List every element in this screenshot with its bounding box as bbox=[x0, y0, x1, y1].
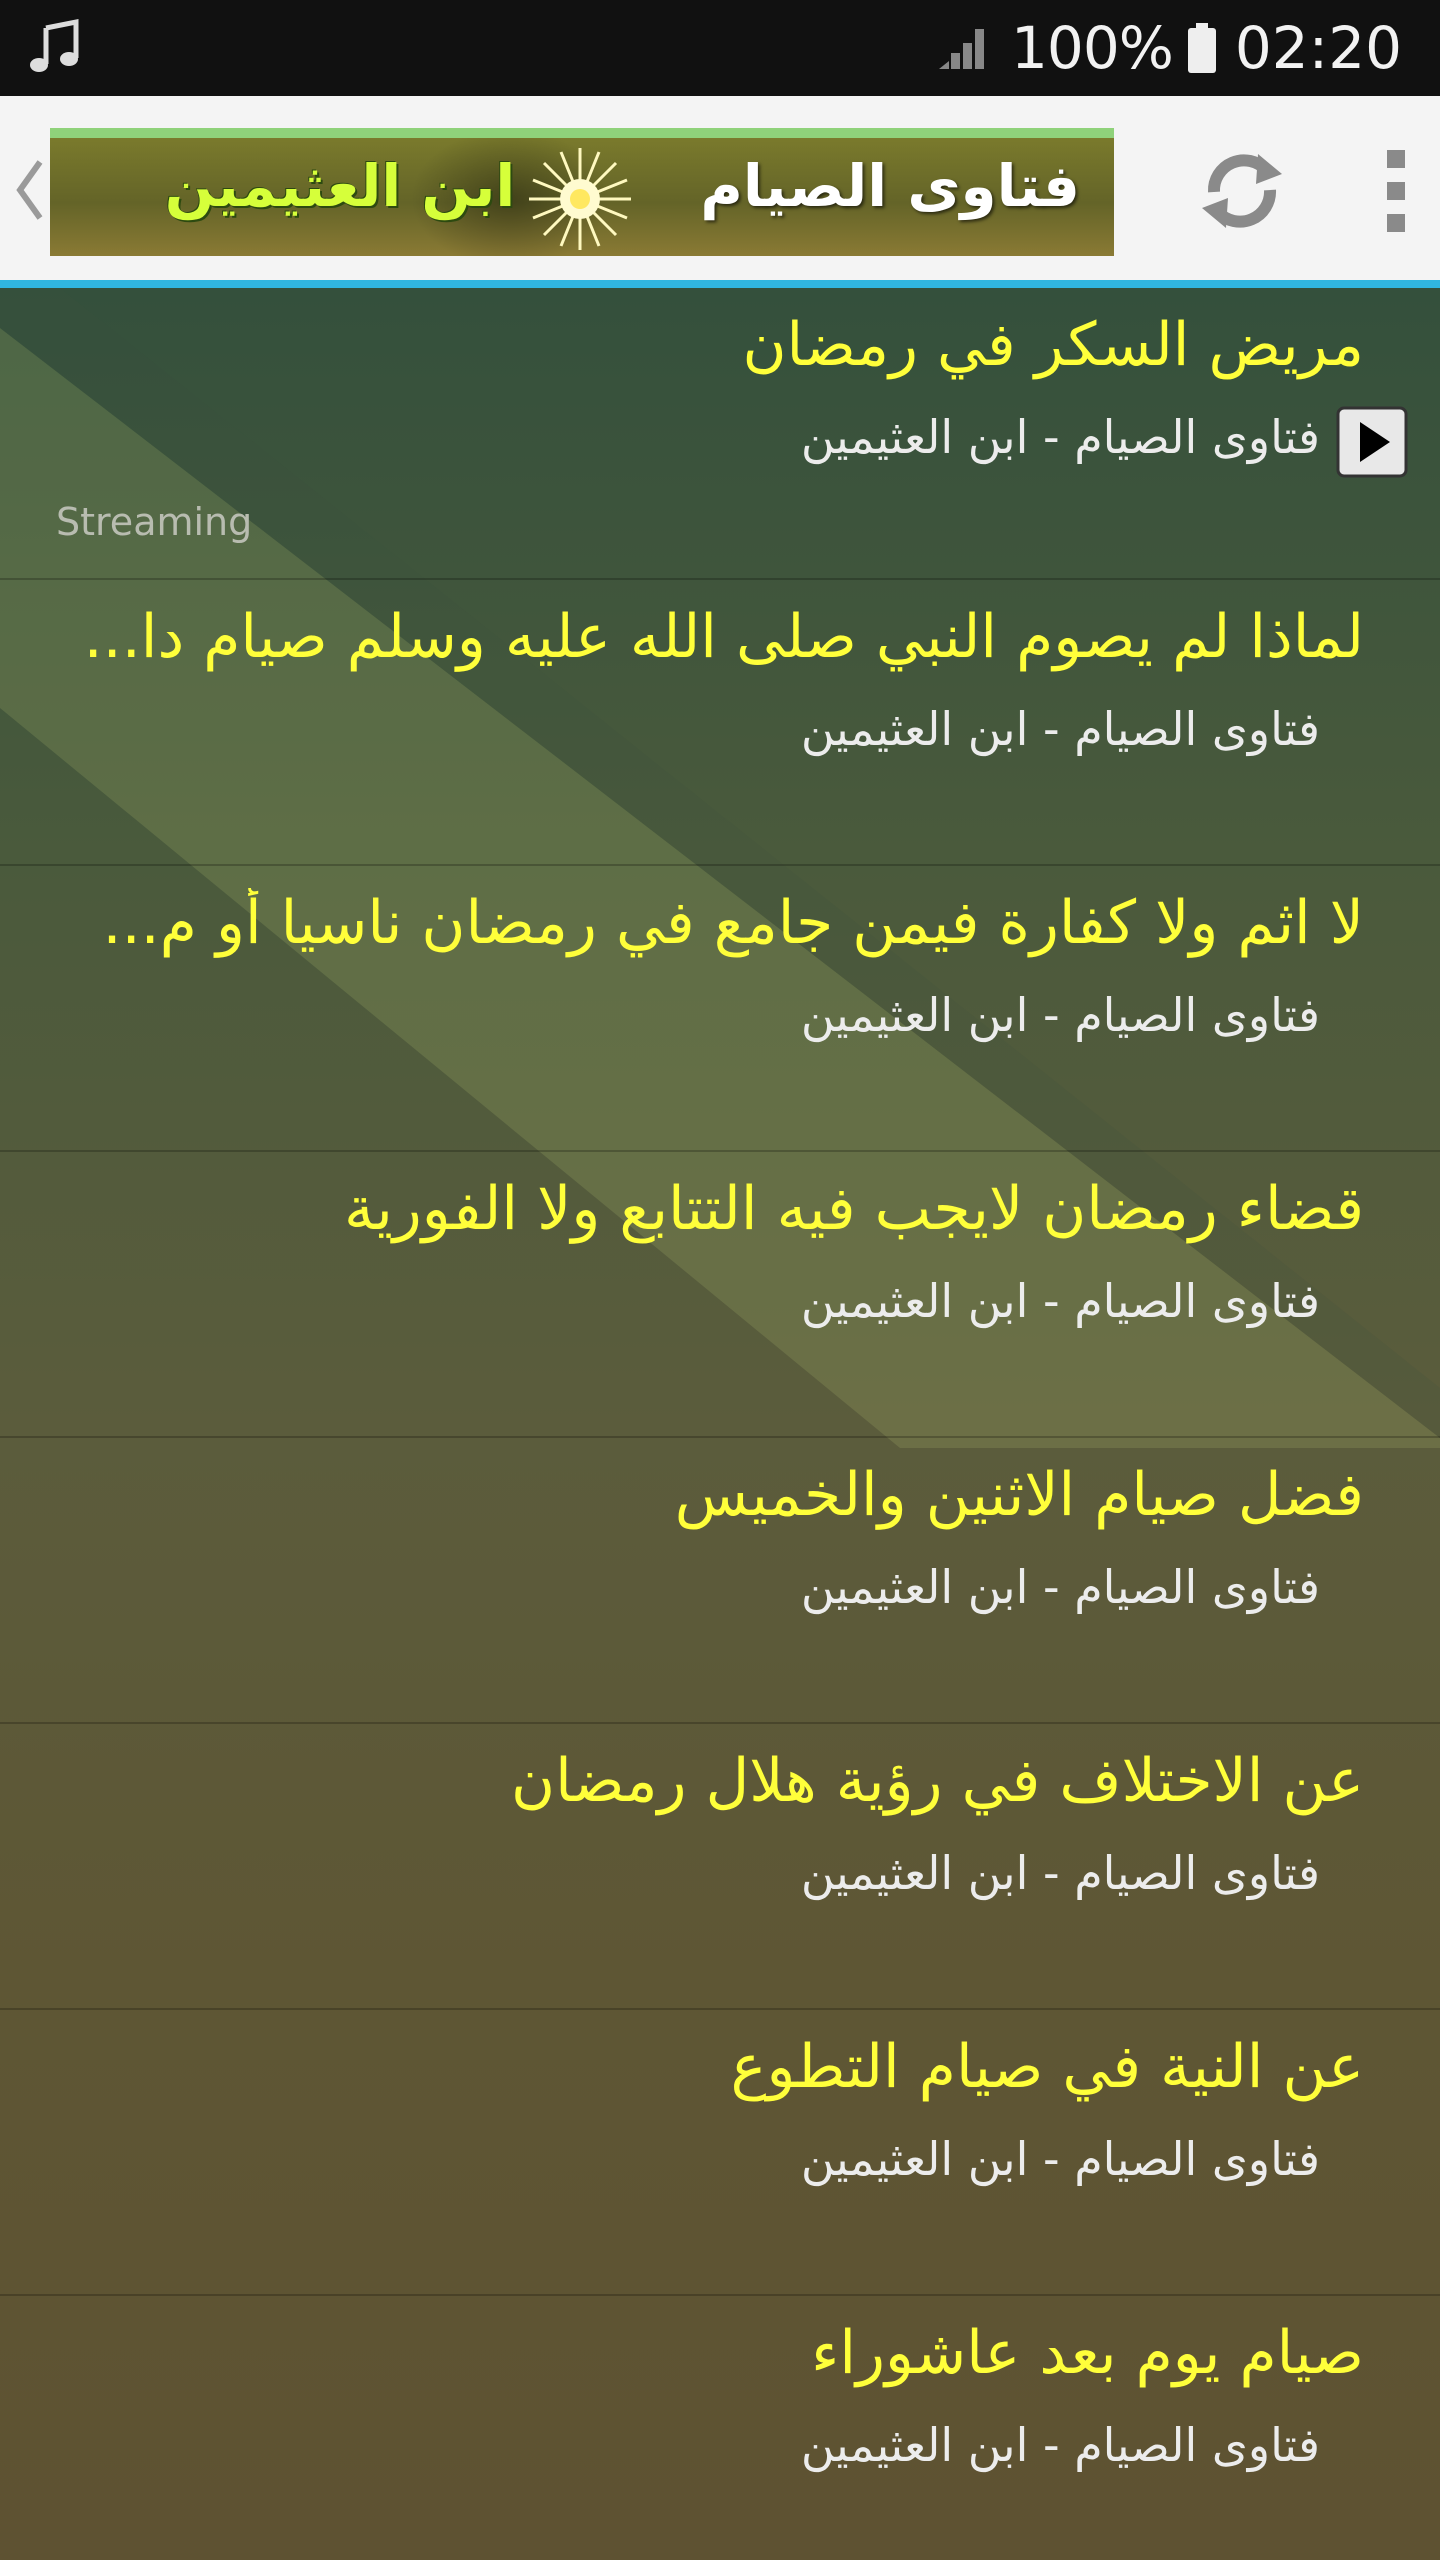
item-subtitle: فتاوى الصيام - ابن العثيمين bbox=[800, 2418, 1320, 2472]
item-title: قضاء رمضان لايجب فيه التتابع ولا الفورية bbox=[343, 1174, 1364, 1244]
refresh-icon[interactable] bbox=[1192, 140, 1292, 240]
item-title: لماذا لم يصوم النبي صلى الله عليه وسلم ص… bbox=[83, 602, 1364, 672]
item-subtitle: فتاوى الصيام - ابن العثيمين bbox=[800, 2132, 1320, 2186]
back-chevron-icon[interactable] bbox=[10, 154, 50, 226]
item-title: صيام يوم بعد عاشوراء bbox=[811, 2318, 1364, 2388]
list-item[interactable]: لا اثم ولا كفارة فيمن جامع في رمضان ناسي… bbox=[0, 866, 1440, 1152]
clock: 02:20 bbox=[1234, 14, 1402, 82]
action-bar: ابن العثيمين فتاوى الصيام bbox=[0, 96, 1440, 282]
action-bar-accent-line bbox=[0, 280, 1440, 288]
item-title: فضل صيام الاثنين والخميس bbox=[674, 1460, 1364, 1530]
item-title: عن الاختلاف في رؤية هلال رمضان bbox=[511, 1746, 1364, 1816]
item-title: مريض السكر في رمضان bbox=[742, 310, 1364, 380]
list-item[interactable]: لماذا لم يصوم النبي صلى الله عليه وسلم ص… bbox=[0, 580, 1440, 866]
list-item[interactable]: عن الاختلاف في رؤية هلال رمضان فتاوى الص… bbox=[0, 1724, 1440, 2010]
list-item[interactable]: عن النية في صيام التطوع فتاوى الصيام - ا… bbox=[0, 2010, 1440, 2296]
fatwa-list[interactable]: مريض السكر في رمضان فتاوى الصيام - ابن ا… bbox=[0, 288, 1440, 2560]
item-title: لا اثم ولا كفارة فيمن جامع في رمضان ناسي… bbox=[102, 888, 1364, 958]
battery-percentage: 100% bbox=[1011, 14, 1174, 82]
streaming-status-label: Streaming bbox=[56, 500, 253, 544]
banner-title: فتاوى الصيام bbox=[700, 152, 1080, 220]
list-item[interactable]: فضل صيام الاثنين والخميس فتاوى الصيام - … bbox=[0, 1438, 1440, 1724]
item-subtitle: فتاوى الصيام - ابن العثيمين bbox=[800, 702, 1320, 756]
status-bar: 100% 02:20 bbox=[0, 0, 1440, 96]
battery-icon bbox=[1187, 23, 1216, 73]
music-note-icon bbox=[30, 18, 79, 72]
banner-author: ابن العثيمين bbox=[164, 152, 516, 220]
list-item[interactable]: مريض السكر في رمضان فتاوى الصيام - ابن ا… bbox=[0, 288, 1440, 580]
item-subtitle: فتاوى الصيام - ابن العثيمين bbox=[800, 410, 1320, 464]
item-subtitle: فتاوى الصيام - ابن العثيمين bbox=[800, 1274, 1320, 1328]
overflow-menu-icon[interactable] bbox=[1374, 146, 1418, 236]
app-banner-logo: ابن العثيمين فتاوى الصيام bbox=[50, 128, 1114, 256]
status-indicators: 100% 02:20 bbox=[935, 0, 1402, 96]
item-subtitle: فتاوى الصيام - ابن العثيمين bbox=[800, 988, 1320, 1042]
play-icon[interactable] bbox=[1336, 406, 1408, 478]
signal-icon bbox=[939, 29, 985, 69]
star-icon bbox=[529, 148, 631, 250]
list-item[interactable]: قضاء رمضان لايجب فيه التتابع ولا الفورية… bbox=[0, 1152, 1440, 1438]
list-item[interactable]: صيام يوم بعد عاشوراء فتاوى الصيام - ابن … bbox=[0, 2296, 1440, 2560]
item-title: عن النية في صيام التطوع bbox=[730, 2032, 1364, 2102]
item-subtitle: فتاوى الصيام - ابن العثيمين bbox=[800, 1846, 1320, 1900]
item-subtitle: فتاوى الصيام - ابن العثيمين bbox=[800, 1560, 1320, 1614]
